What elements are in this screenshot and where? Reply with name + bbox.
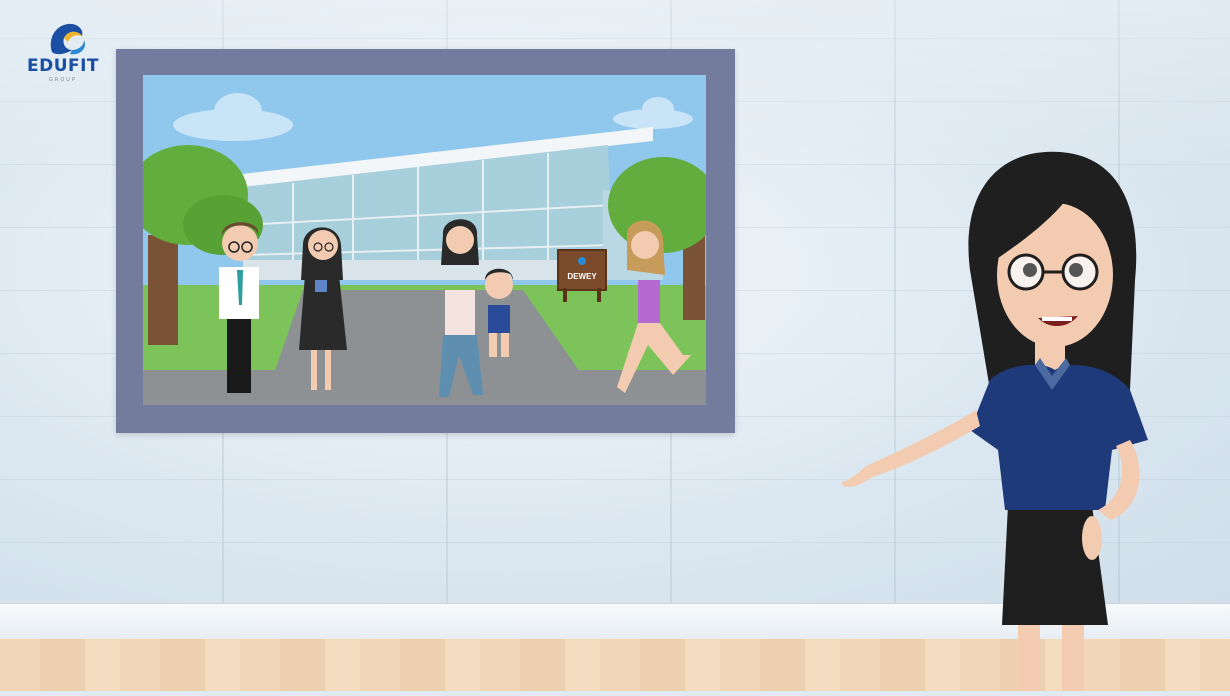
edufit-logo: EDUFIT GROUP [18,20,108,90]
presenter-character [830,150,1170,691]
presenter-icon [841,151,1148,691]
sign-text: DEWEY [567,272,597,281]
logo-subtitle: GROUP [48,77,78,83]
edufit-logo-icon [50,23,86,55]
campus-scene: DEWEY [143,75,706,405]
logo-wordmark: EDUFIT [26,56,100,76]
